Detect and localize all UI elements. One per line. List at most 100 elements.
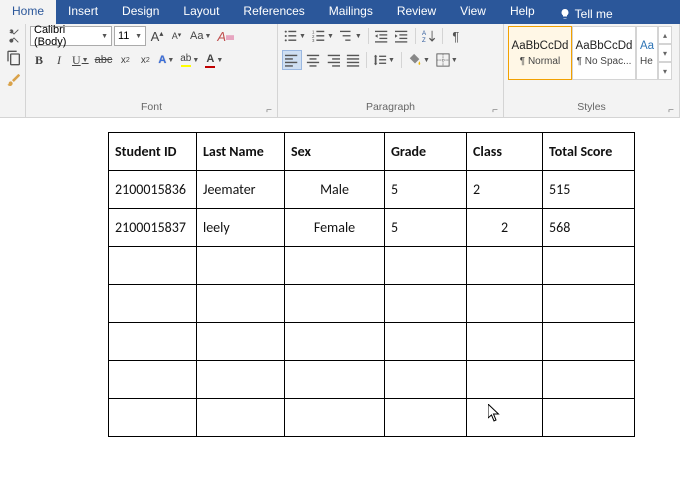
table-row[interactable] bbox=[109, 285, 635, 323]
font-name-combo[interactable]: Calibri (Body)▼ bbox=[30, 26, 112, 46]
paragraph-dialog-launcher[interactable]: ⌐ bbox=[489, 104, 501, 116]
style-no-spacing[interactable]: AaBbCcDd ¶ No Spac... bbox=[572, 26, 636, 80]
table-row[interactable] bbox=[109, 323, 635, 361]
text-effects-button[interactable]: A▼ bbox=[156, 50, 176, 70]
style-heading1[interactable]: Aa He bbox=[636, 26, 658, 80]
font-dialog-launcher[interactable]: ⌐ bbox=[263, 104, 275, 116]
align-left-button[interactable] bbox=[282, 50, 302, 70]
styles-dialog-launcher[interactable]: ⌐ bbox=[665, 104, 677, 116]
table-cell[interactable] bbox=[543, 323, 635, 361]
line-spacing-button[interactable]: ▼ bbox=[371, 50, 397, 70]
table-cell[interactable] bbox=[197, 285, 285, 323]
table-cell[interactable] bbox=[385, 285, 467, 323]
table-cell[interactable] bbox=[285, 361, 385, 399]
sort-button[interactable]: AZ bbox=[420, 26, 438, 46]
tab-references[interactable]: References bbox=[231, 0, 316, 24]
table-cell[interactable] bbox=[385, 323, 467, 361]
table-cell[interactable] bbox=[109, 247, 197, 285]
tab-home[interactable]: Home bbox=[0, 0, 56, 24]
numbering-button[interactable]: 123▼ bbox=[310, 26, 336, 46]
tab-help[interactable]: Help bbox=[498, 0, 547, 24]
table-cell[interactable] bbox=[385, 247, 467, 285]
table-header-cell[interactable]: Sex bbox=[285, 133, 385, 171]
table-cell[interactable] bbox=[285, 399, 385, 437]
table-cell[interactable] bbox=[467, 399, 543, 437]
borders-button[interactable]: ▼ bbox=[434, 50, 460, 70]
shrink-font-button[interactable]: A▾ bbox=[168, 26, 186, 46]
table-cell[interactable] bbox=[197, 323, 285, 361]
table-cell[interactable] bbox=[197, 399, 285, 437]
table-header-cell[interactable]: Grade bbox=[385, 133, 467, 171]
table-cell[interactable] bbox=[285, 285, 385, 323]
strikethrough-button[interactable]: abc bbox=[93, 50, 115, 70]
table-cell[interactable]: 5 bbox=[385, 171, 467, 209]
table-row[interactable] bbox=[109, 361, 635, 399]
bullets-button[interactable]: ▼ bbox=[282, 26, 308, 46]
font-color-button[interactable]: A▼ bbox=[203, 50, 225, 70]
table-cell[interactable]: leely bbox=[197, 209, 285, 247]
table-cell[interactable] bbox=[109, 361, 197, 399]
format-painter-button[interactable] bbox=[4, 70, 24, 90]
table-row[interactable] bbox=[109, 399, 635, 437]
cut-button[interactable] bbox=[4, 26, 24, 46]
table-cell[interactable] bbox=[109, 323, 197, 361]
show-marks-button[interactable]: ¶ bbox=[447, 26, 465, 46]
tab-view[interactable]: View bbox=[448, 0, 498, 24]
table-cell[interactable]: 568 bbox=[543, 209, 635, 247]
style-normal[interactable]: AaBbCcDd ¶ Normal bbox=[508, 26, 572, 80]
increase-indent-button[interactable] bbox=[393, 26, 411, 46]
font-size-combo[interactable]: 11▼ bbox=[114, 26, 146, 46]
styles-scroll-down[interactable]: ▾ bbox=[658, 44, 672, 62]
table-row[interactable]: Student ID Last Name Sex Grade Class Tot… bbox=[109, 133, 635, 171]
table-header-cell[interactable]: Student ID bbox=[109, 133, 197, 171]
multilevel-list-button[interactable]: ▼ bbox=[338, 26, 364, 46]
table-cell[interactable]: Male bbox=[285, 171, 385, 209]
table-row[interactable]: 2100015837 leely Female 5 2 568 bbox=[109, 209, 635, 247]
shading-button[interactable]: ▼ bbox=[406, 50, 432, 70]
styles-expand[interactable]: ▾ bbox=[658, 62, 672, 80]
table-cell[interactable] bbox=[467, 323, 543, 361]
align-right-button[interactable] bbox=[324, 50, 342, 70]
change-case-button[interactable]: Aa▼ bbox=[188, 26, 213, 46]
table-cell[interactable] bbox=[385, 399, 467, 437]
italic-button[interactable]: I bbox=[50, 50, 68, 70]
table-row[interactable]: 2100015836 Jeemater Male 5 2 515 bbox=[109, 171, 635, 209]
decrease-indent-button[interactable] bbox=[373, 26, 391, 46]
justify-button[interactable] bbox=[344, 50, 362, 70]
align-center-button[interactable] bbox=[304, 50, 322, 70]
table-cell[interactable]: Female bbox=[285, 209, 385, 247]
table-header-cell[interactable]: Total Score bbox=[543, 133, 635, 171]
table-cell[interactable] bbox=[197, 247, 285, 285]
table-cell[interactable] bbox=[467, 361, 543, 399]
tab-design[interactable]: Design bbox=[110, 0, 171, 24]
table-cell[interactable] bbox=[543, 285, 635, 323]
table-row[interactable] bbox=[109, 247, 635, 285]
styles-scroll-up[interactable]: ▴ bbox=[658, 26, 672, 44]
table-cell[interactable] bbox=[197, 361, 285, 399]
table-cell[interactable] bbox=[285, 323, 385, 361]
table-header-cell[interactable]: Last Name bbox=[197, 133, 285, 171]
table-cell[interactable] bbox=[467, 247, 543, 285]
table-cell[interactable] bbox=[109, 399, 197, 437]
table-cell[interactable]: 2 bbox=[467, 171, 543, 209]
table-header-cell[interactable]: Class bbox=[467, 133, 543, 171]
table-cell[interactable]: 2 bbox=[467, 209, 543, 247]
document-area[interactable]: Student ID Last Name Sex Grade Class Tot… bbox=[0, 118, 680, 437]
table-cell[interactable]: 2100015836 bbox=[109, 171, 197, 209]
copy-button[interactable] bbox=[4, 48, 24, 68]
bold-button[interactable]: B bbox=[30, 50, 48, 70]
table-cell[interactable] bbox=[543, 361, 635, 399]
table-cell[interactable] bbox=[467, 285, 543, 323]
table-cell[interactable] bbox=[543, 399, 635, 437]
subscript-button[interactable]: x2 bbox=[116, 50, 134, 70]
tab-mailings[interactable]: Mailings bbox=[317, 0, 385, 24]
table-cell[interactable] bbox=[285, 247, 385, 285]
student-table[interactable]: Student ID Last Name Sex Grade Class Tot… bbox=[108, 132, 635, 437]
table-cell[interactable] bbox=[385, 361, 467, 399]
table-cell[interactable]: 5 bbox=[385, 209, 467, 247]
grow-font-button[interactable]: A▴ bbox=[148, 26, 166, 46]
table-cell[interactable]: Jeemater bbox=[197, 171, 285, 209]
table-cell[interactable]: 2100015837 bbox=[109, 209, 197, 247]
table-cell[interactable] bbox=[109, 285, 197, 323]
underline-button[interactable]: U▼ bbox=[70, 50, 91, 70]
